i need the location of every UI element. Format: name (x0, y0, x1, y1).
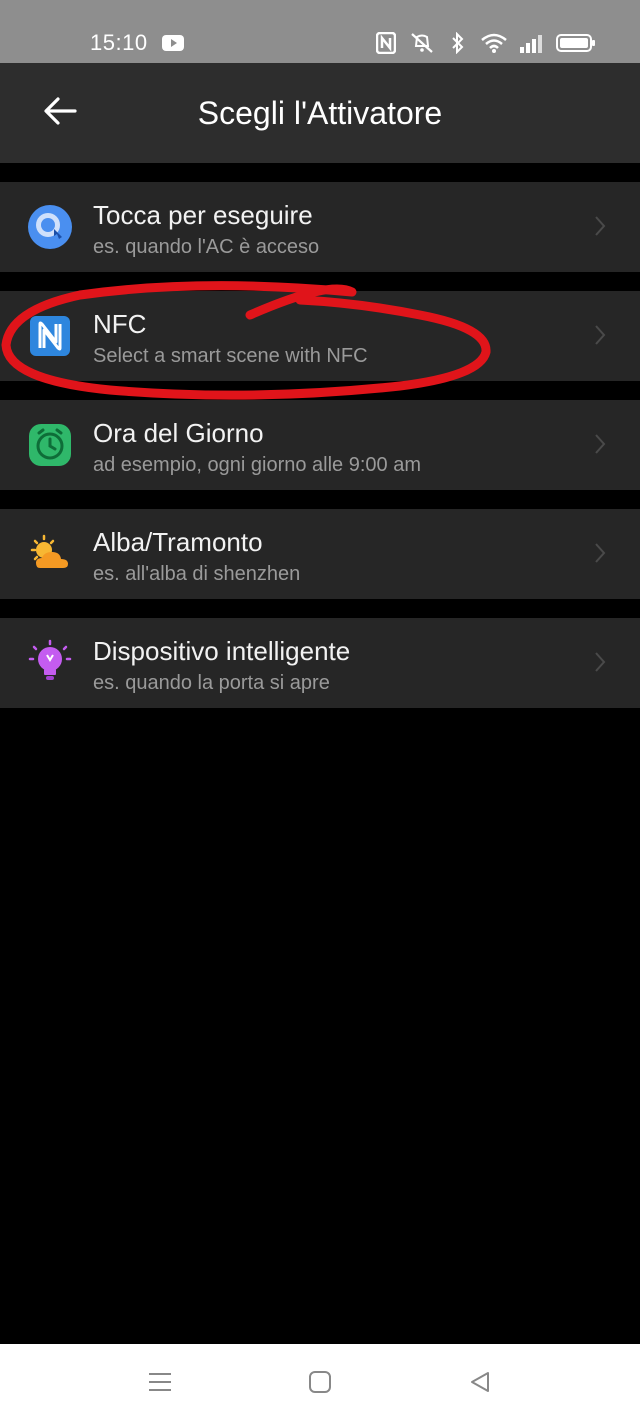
menu-icon (148, 1371, 172, 1398)
lightbulb-icon (26, 639, 74, 687)
sun-cloud-icon (26, 530, 74, 578)
chevron-right-icon (594, 542, 606, 569)
mute-icon (408, 32, 436, 59)
trigger-title: NFC (93, 309, 147, 339)
youtube-icon (162, 35, 184, 56)
trigger-subtitle: es. all'alba di shenzhen (93, 563, 301, 585)
system-nav-bar (0, 1344, 640, 1422)
home-button[interactable] (304, 1368, 336, 1400)
trigger-item-time-of-day[interactable]: Ora del Giorno ad esempio, ogni giorno a… (0, 400, 640, 490)
trigger-item-sunrise-sunset[interactable]: Alba/Tramonto es. all'alba di shenzhen (0, 509, 640, 599)
trigger-title: Dispositivo intelligente (93, 636, 351, 666)
trigger-subtitle: ad esempio, ogni giorno alle 9:00 am (93, 454, 421, 476)
trigger-subtitle: es. quando l'AC è acceso (93, 236, 320, 258)
nav-back-button[interactable] (464, 1368, 496, 1400)
nfc-status-icon (375, 31, 397, 59)
signal-icon (520, 33, 544, 58)
trigger-list: Tocca per eseguire es. quando l'AC è acc… (0, 182, 640, 727)
trigger-item-nfc[interactable]: NFC Select a smart scene with NFC (0, 291, 640, 381)
page-title: Scegli l'Attivatore (197, 95, 443, 131)
back-triangle-icon (468, 1370, 492, 1399)
clock-icon (26, 421, 74, 469)
nfc-icon (26, 312, 74, 360)
chevron-right-icon (594, 324, 606, 351)
trigger-item-smart-device[interactable]: Dispositivo intelligente es. quando la p… (0, 618, 640, 708)
trigger-subtitle: Select a smart scene with NFC (93, 345, 368, 367)
chevron-right-icon (594, 433, 606, 460)
menu-button[interactable] (144, 1368, 176, 1400)
battery-icon (556, 33, 596, 58)
status-time: 15:10 (90, 30, 148, 55)
trigger-title: Alba/Tramonto (93, 527, 263, 557)
bluetooth-icon (448, 31, 468, 59)
home-icon (308, 1370, 332, 1399)
trigger-item-tap-to-run[interactable]: Tocca per eseguire es. quando l'AC è acc… (0, 182, 640, 272)
chevron-right-icon (594, 215, 606, 242)
chevron-right-icon (594, 651, 606, 678)
trigger-title: Tocca per eseguire (93, 200, 313, 230)
status-icons (375, 31, 596, 59)
app-bar: Scegli l'Attivatore (0, 63, 640, 163)
wifi-icon (480, 32, 508, 59)
tap-run-icon (26, 203, 74, 251)
trigger-title: Ora del Giorno (93, 418, 264, 448)
status-bar: 15:10 (0, 0, 640, 63)
trigger-subtitle: es. quando la porta si apre (93, 672, 330, 694)
